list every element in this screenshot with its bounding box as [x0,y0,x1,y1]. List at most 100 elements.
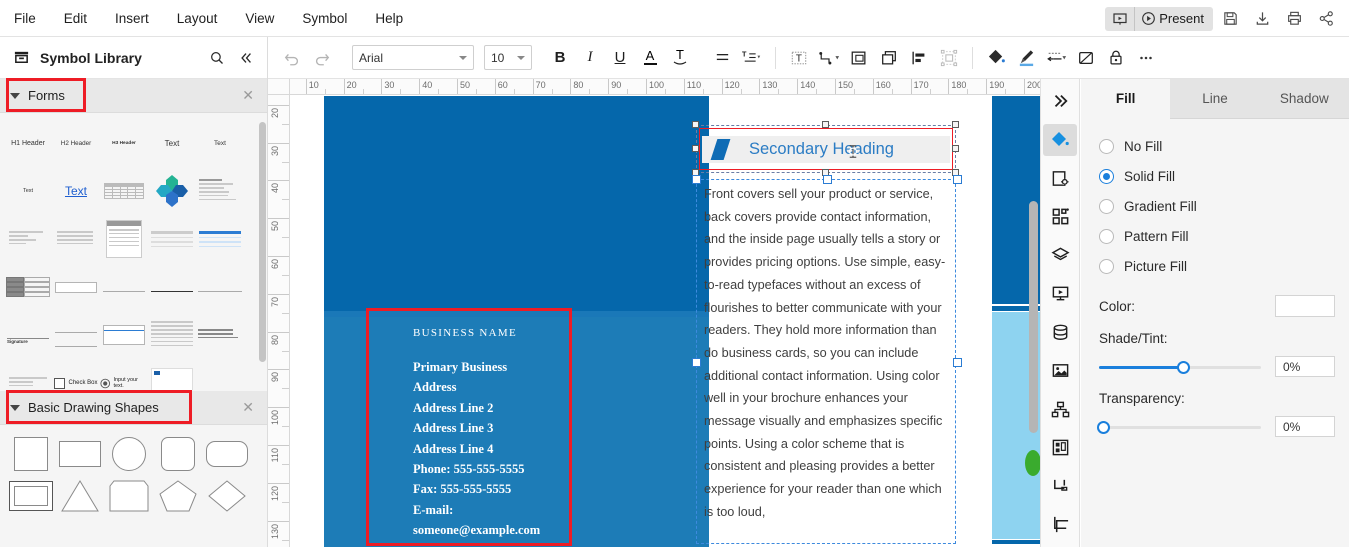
shade-tint-slider[interactable] [1099,360,1261,374]
slideshow-button[interactable] [1043,278,1077,311]
align-objects-button[interactable] [905,44,933,72]
menu-item-view[interactable]: View [231,5,288,32]
shape-framed-rectangle[interactable] [6,475,55,517]
group-button[interactable] [845,44,873,72]
symbols-button[interactable] [1043,201,1077,234]
font-size-select[interactable]: 10 [484,45,532,70]
shape-underline-field[interactable] [100,263,148,311]
secondary-heading-object[interactable]: Secondary Heading [692,121,959,176]
underline-button[interactable]: U [606,44,634,72]
org-chart-button[interactable] [1043,393,1077,426]
shape-phone-fax-block[interactable] [196,311,244,359]
close-icon[interactable]: ✕ [239,87,257,104]
redo-button[interactable] [308,44,336,72]
resize-handle-n[interactable] [823,175,832,184]
tab-line[interactable]: Line [1170,79,1260,119]
resize-handle-n[interactable] [822,121,829,128]
line-spacing-button[interactable]: T [738,44,766,72]
forms-shape-list[interactable]: H1 Header H2 Header H3 Header Text Text … [0,113,267,390]
brush-button[interactable] [1012,44,1040,72]
shape-label-table[interactable] [4,263,52,311]
resize-handle-nw[interactable] [692,175,701,184]
fill-option-gradient-fill[interactable]: Gradient Fill [1081,191,1349,221]
horizontal-ruler[interactable]: 10 20 30 40 50 60 70 80 90 100 110 120 130 140 150 160 1… [290,79,1040,95]
shape-blue-form[interactable] [196,215,244,263]
double-chevron-left-icon[interactable] [236,48,256,68]
tab-shadow[interactable]: Shadow [1259,79,1349,119]
shape-square[interactable] [6,433,55,475]
brochure-body-text-object[interactable]: Front covers sell your product or servic… [692,175,962,544]
text-effect-button[interactable]: T [666,44,694,72]
fill-option-no-fill[interactable]: No Fill [1081,131,1349,161]
download-button[interactable] [1247,4,1277,34]
shape-checkbox[interactable]: Check Box [52,359,100,390]
basic-shapes-list[interactable] [0,425,267,520]
shape-full-contact-block[interactable] [148,311,196,359]
vertical-ruler[interactable]: 20 30 40 50 60 70 80 90 100 110 120 130 [268,95,290,547]
duplicate-button[interactable] [875,44,903,72]
shape-diamond[interactable] [202,475,251,517]
shape-pentagon[interactable] [153,475,202,517]
present-button[interactable]: Present [1135,7,1213,31]
resize-handle-nw[interactable] [692,121,699,128]
slider-knob[interactable] [1097,420,1110,434]
basic-shapes-panel-header[interactable]: Basic Drawing Shapes ✕ [0,391,267,425]
resize-handle-ne[interactable] [952,121,959,128]
shape-image-placeholder[interactable] [148,359,196,390]
shape-rectangle[interactable] [55,433,104,475]
fill-color-button[interactable] [982,44,1010,72]
shape-h1-header[interactable]: H1 Header [4,119,52,167]
layers-button[interactable] [1043,239,1077,272]
rail-fill-color-button[interactable] [1043,123,1077,156]
shape-form-doc[interactable] [100,215,148,263]
align-left-button[interactable] [708,44,736,72]
slider-knob[interactable] [1177,360,1191,374]
shape-wide-form[interactable] [148,215,196,263]
library-scrollbar[interactable] [259,122,266,362]
menu-item-layout[interactable]: Layout [163,5,232,32]
shape-format-button[interactable] [1072,44,1100,72]
more-options-button[interactable] [1132,44,1160,72]
shape-text-1[interactable]: Text [148,119,196,167]
fill-option-pattern-fill[interactable]: Pattern Fill [1081,221,1349,251]
crop-button[interactable] [1043,509,1077,542]
menu-item-insert[interactable]: Insert [101,5,163,32]
shape-link-text[interactable]: Text [52,167,100,215]
fill-option-picture-fill[interactable]: Picture Fill [1081,251,1349,281]
expand-panel-button[interactable] [1043,85,1077,118]
canvas-area[interactable]: 10 20 30 40 50 60 70 80 90 100 110 120 130 140 150 160 1… [268,79,1040,547]
green-accent-shape[interactable] [1025,450,1040,476]
shape-rounded-rectangle[interactable] [202,433,251,475]
bold-button[interactable]: B [546,44,574,72]
font-color-button[interactable]: A [636,44,664,72]
page-setup-button[interactable] [1043,162,1077,195]
radio-no-fill[interactable] [1099,138,1114,154]
shape-address-lines[interactable] [4,359,52,390]
shape-circle[interactable] [104,433,153,475]
share-button[interactable] [1311,4,1341,34]
select-all-button[interactable] [935,44,963,72]
close-icon[interactable]: ✕ [239,399,257,416]
shape-h2-header[interactable]: H2 Header [52,119,100,167]
print-button[interactable] [1279,4,1309,34]
undo-button[interactable] [278,44,306,72]
menu-item-help[interactable]: Help [361,5,417,32]
shape-address-block[interactable] [4,215,52,263]
shape-text-3[interactable]: Text [4,167,52,215]
transparency-value[interactable]: 0% [1275,416,1335,437]
radio-gradient-fill[interactable] [1099,198,1114,214]
menu-item-symbol[interactable]: Symbol [288,5,361,32]
shade-tint-value[interactable]: 0% [1275,356,1335,377]
shape-two-line-form[interactable] [52,311,100,359]
shape-triangle[interactable] [55,475,104,517]
shape-rounded-square[interactable] [153,433,202,475]
canvas-vertical-scrollbar[interactable] [1029,201,1038,433]
search-icon[interactable] [207,48,227,68]
template-button[interactable] [1043,432,1077,465]
line-style-button[interactable] [1042,44,1070,72]
forms-panel-header[interactable]: Forms ✕ [0,79,267,113]
shape-flower-logo[interactable] [148,167,196,215]
shape-table[interactable] [100,167,148,215]
shape-radio-input[interactable]: Input your text. [100,359,148,390]
presentation-mode-button[interactable] [1105,6,1136,31]
